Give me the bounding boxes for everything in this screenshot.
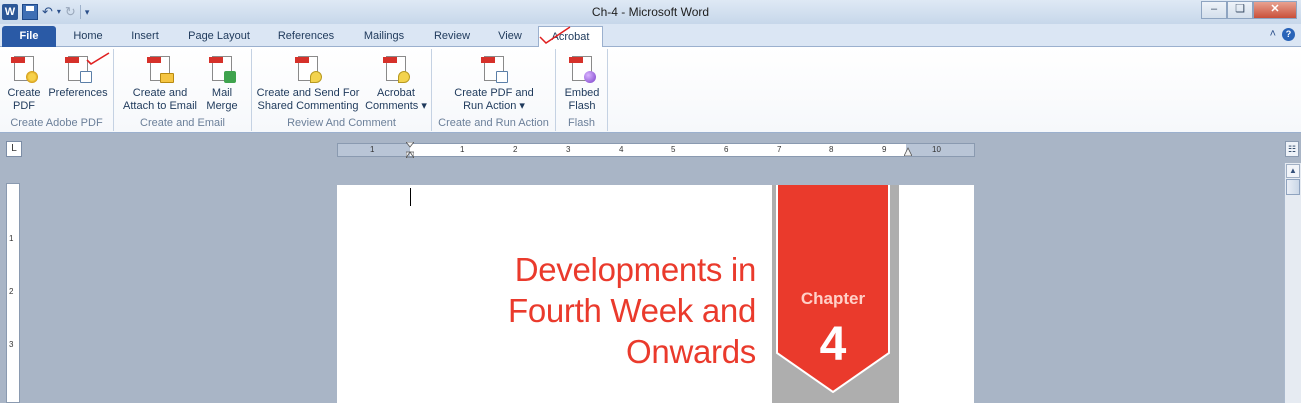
create-pdf-button[interactable]: Create PDF [4, 53, 44, 113]
chapter-banner-column: Chapter 4 [772, 185, 899, 403]
tab-mailings[interactable]: Mailings [350, 26, 418, 47]
tab-review[interactable]: Review [422, 26, 482, 47]
shared-label-1: Create and Send For [256, 87, 360, 99]
heading-line: Fourth Week and [507, 292, 756, 329]
group-create-and-email: Create and Attach to Email Mail Merge Cr… [114, 49, 252, 131]
tabrow-right-controls: ˄ ? [1270, 28, 1295, 41]
right-indent-marker[interactable] [904, 146, 912, 156]
group-label: Create Adobe PDF [10, 117, 103, 129]
ruler-number: 9 [882, 145, 887, 154]
minimize-ribbon-icon[interactable]: ˄ [1270, 28, 1276, 41]
embed-flash-label-1: Embed [564, 87, 600, 99]
tab-insert[interactable]: Insert [118, 26, 172, 47]
ruler-number: 1 [460, 145, 465, 154]
group-create-adobe-pdf: Create PDF Preferences Create Adobe PDF [0, 49, 114, 131]
restore-button[interactable]: ❏ [1227, 1, 1253, 19]
attach-email-icon [146, 53, 174, 83]
vruler-number: 3 [9, 340, 14, 349]
heading-line: Onwards [626, 333, 756, 370]
close-button[interactable]: ✕ [1253, 1, 1297, 19]
red-checkmark-annotation [86, 52, 110, 66]
mail-merge-label-1: Mail [211, 87, 233, 99]
shared-label-2: Shared Commenting [257, 100, 359, 112]
scroll-thumb[interactable] [1286, 179, 1300, 195]
group-review-and-comment: Create and Send For Shared Commenting Ac… [252, 49, 432, 131]
run-action-label-2: Run Action ▾ [463, 100, 525, 112]
mail-merge-icon [208, 53, 236, 83]
scroll-up-icon[interactable]: ▲ [1286, 164, 1300, 178]
minimize-button[interactable]: – [1201, 1, 1227, 19]
view-ruler-button[interactable]: ☷ [1285, 141, 1299, 157]
embed-flash-label-2: Flash [568, 100, 596, 112]
ruler-bar: L 1 1 2 3 4 5 6 7 8 9 10 ☷ [0, 133, 1301, 163]
group-label: Create and Email [140, 117, 225, 129]
ruler-number: 2 [513, 145, 518, 154]
help-icon[interactable]: ? [1282, 28, 1295, 41]
acrobat-comments-label-2: Comments ▾ [365, 100, 427, 112]
tab-selector-button[interactable]: L [6, 141, 22, 157]
mail-merge-button[interactable]: Mail Merge [202, 53, 242, 113]
group-label: Review And Comment [287, 117, 396, 129]
chapter-heading[interactable]: Developments in Fourth Week and Onwards [396, 249, 756, 372]
acrobat-comments-icon [382, 53, 410, 83]
acrobat-comments-label-1: Acrobat [377, 87, 415, 99]
attach-to-email-button[interactable]: Create and Attach to Email [118, 53, 202, 113]
vertical-ruler[interactable]: 1 2 3 [6, 183, 20, 403]
attach-label-2: Attach to Email [123, 100, 197, 112]
tab-file[interactable]: File [2, 26, 56, 47]
create-pdf-icon [10, 53, 38, 83]
tab-references[interactable]: References [266, 26, 346, 47]
run-action-label-1: Create PDF and [454, 87, 534, 99]
attach-label-1: Create and [132, 87, 188, 99]
title-bar: W ↶ ▾ ↻ ▾ Ch-4 - Microsoft Word – ❏ ✕ [0, 0, 1301, 24]
window-title: Ch-4 - Microsoft Word [591, 5, 710, 19]
window-controls: – ❏ ✕ [1201, 1, 1297, 19]
ruler-number: 7 [777, 145, 782, 154]
ruler-number: 4 [619, 145, 624, 154]
embed-flash-icon [568, 53, 596, 83]
first-line-indent-marker[interactable] [406, 142, 414, 158]
mail-merge-label-2: Merge [206, 100, 238, 112]
horizontal-ruler[interactable]: 1 1 2 3 4 5 6 7 8 9 10 [337, 142, 975, 158]
group-label: Create and Run Action [438, 117, 549, 129]
run-action-icon [480, 53, 508, 83]
tab-page-layout[interactable]: Page Layout [176, 26, 262, 47]
acrobat-comments-button[interactable]: Acrobat Comments ▾ [364, 53, 428, 113]
ruler-number: 6 [724, 145, 729, 154]
ribbon-acrobat: Create PDF Preferences Create Adobe PDF … [0, 47, 1301, 133]
shared-commenting-icon [294, 53, 322, 83]
group-flash: Embed Flash Flash [556, 49, 608, 131]
vruler-number: 2 [9, 287, 14, 296]
chapter-number: 4 [819, 318, 847, 371]
group-create-and-run-action: Create PDF and Run Action ▾ Create and R… [432, 49, 556, 131]
ruler-number: 8 [829, 145, 834, 154]
tab-home[interactable]: Home [60, 26, 116, 47]
tab-view[interactable]: View [486, 26, 534, 47]
red-checkmark-annotation [539, 26, 571, 44]
shared-commenting-button[interactable]: Create and Send For Shared Commenting [252, 53, 364, 113]
chapter-label: Chapter [800, 289, 866, 308]
vruler-number: 1 [9, 234, 14, 243]
ruler-number: 10 [932, 145, 941, 154]
vertical-scrollbar[interactable]: ▲ [1284, 163, 1301, 403]
ribbon-tab-row: File Home Insert Page Layout References … [0, 24, 1301, 48]
document-page[interactable]: Developments in Fourth Week and Onwards … [337, 185, 974, 403]
create-pdf-label-2: PDF [13, 100, 35, 112]
run-action-button[interactable]: Create PDF and Run Action ▾ [450, 53, 538, 113]
preferences-label: Preferences [48, 87, 108, 99]
ruler-number: 1 [370, 145, 375, 154]
ruler-number: 3 [566, 145, 571, 154]
heading-line: Developments in [514, 251, 757, 288]
embed-flash-button[interactable]: Embed Flash [560, 53, 604, 113]
create-pdf-label-1: Create [7, 87, 41, 99]
group-label: Flash [568, 117, 595, 129]
ruler-number: 5 [671, 145, 676, 154]
text-cursor [410, 188, 411, 206]
